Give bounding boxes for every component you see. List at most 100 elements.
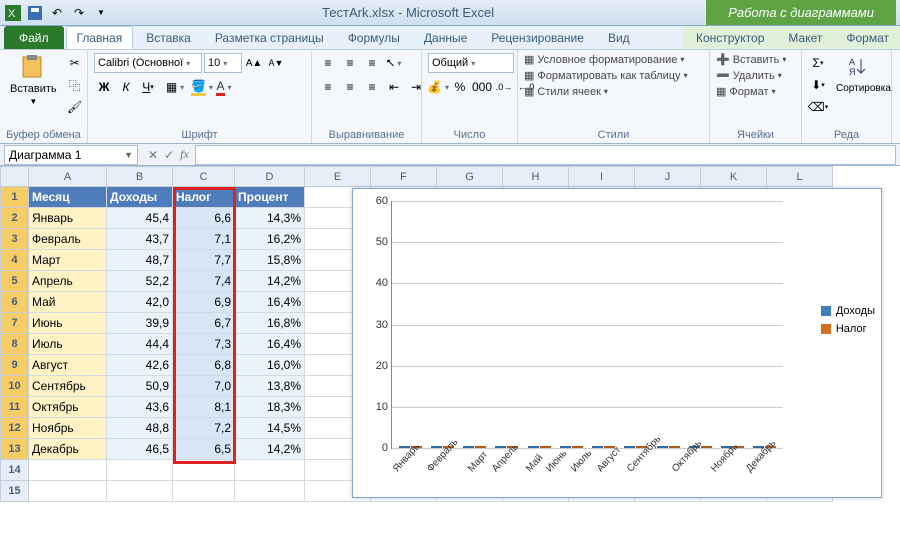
cell-C8[interactable]: 7,3 xyxy=(173,334,235,355)
col-header-G[interactable]: G xyxy=(437,167,503,187)
cell-C3[interactable]: 7,1 xyxy=(173,229,235,250)
thousands-icon[interactable]: 000 xyxy=(472,77,492,97)
bar-group[interactable] xyxy=(525,446,553,448)
cell-C1[interactable]: Налог xyxy=(173,187,235,208)
cell-styles-button[interactable]: ▦Стили ячеек ▾ xyxy=(524,85,608,98)
number-format-combo[interactable]: Общий xyxy=(428,53,514,73)
cell-C6[interactable]: 6,9 xyxy=(173,292,235,313)
cell-D9[interactable]: 16,0% xyxy=(235,355,305,376)
row-header-10[interactable]: 10 xyxy=(1,376,29,397)
legend-item-2[interactable]: Налог xyxy=(821,323,875,335)
cell-D1[interactable]: Процент xyxy=(235,187,305,208)
undo-icon[interactable]: ↶ xyxy=(48,4,66,22)
cut-icon[interactable]: ✂ xyxy=(65,53,85,73)
cell-D11[interactable]: 18,3% xyxy=(235,397,305,418)
cell-A11[interactable]: Октябрь xyxy=(29,397,107,418)
cell-A1[interactable]: Месяц xyxy=(29,187,107,208)
tab-pagelayout[interactable]: Разметка страницы xyxy=(204,26,335,49)
cell-C2[interactable]: 6,6 xyxy=(173,208,235,229)
name-box[interactable]: Диаграмма 1▼ xyxy=(4,145,138,165)
cell-A3[interactable]: Февраль xyxy=(29,229,107,250)
row-header-13[interactable]: 13 xyxy=(1,439,29,460)
cell-A14[interactable] xyxy=(29,460,107,481)
cell-D4[interactable]: 15,8% xyxy=(235,250,305,271)
col-header-D[interactable]: D xyxy=(235,167,305,187)
tab-data[interactable]: Данные xyxy=(413,26,478,49)
fx-icon[interactable]: fx xyxy=(180,147,189,162)
row-header-12[interactable]: 12 xyxy=(1,418,29,439)
font-size-combo[interactable]: 10 xyxy=(204,53,242,73)
formula-input[interactable] xyxy=(195,145,896,165)
bar-Доходы[interactable] xyxy=(528,446,539,448)
col-header-E[interactable]: E xyxy=(305,167,371,187)
cell-C11[interactable]: 8,1 xyxy=(173,397,235,418)
row-header-9[interactable]: 9 xyxy=(1,355,29,376)
row-header-15[interactable]: 15 xyxy=(1,481,29,502)
cell-D2[interactable]: 14,3% xyxy=(235,208,305,229)
percent-icon[interactable]: % xyxy=(450,77,470,97)
col-header-I[interactable]: I xyxy=(569,167,635,187)
tab-format[interactable]: Формат xyxy=(835,26,900,49)
orientation-icon[interactable]: ⭦ xyxy=(384,53,404,73)
autosum-icon[interactable]: Σ▾ xyxy=(808,53,828,73)
align-center-icon[interactable]: ≡ xyxy=(340,77,360,97)
cell-B15[interactable] xyxy=(107,481,173,502)
cell-B7[interactable]: 39,9 xyxy=(107,313,173,334)
row-header-1[interactable]: 1 xyxy=(1,187,29,208)
chart-legend[interactable]: Доходы Налог xyxy=(821,299,875,341)
align-left-icon[interactable]: ≡ xyxy=(318,77,338,97)
cell-B3[interactable]: 43,7 xyxy=(107,229,173,250)
bar-Доходы[interactable] xyxy=(495,446,506,448)
qat-dropdown-icon[interactable]: ▼ xyxy=(92,4,110,22)
cell-C7[interactable]: 6,7 xyxy=(173,313,235,334)
cell-D14[interactable] xyxy=(235,460,305,481)
cell-C14[interactable] xyxy=(173,460,235,481)
tab-layout[interactable]: Макет xyxy=(777,26,833,49)
shrink-font-icon[interactable]: A▼ xyxy=(266,53,286,73)
bar-Доходы[interactable] xyxy=(624,446,635,448)
grid[interactable]: ABCDEFGHIJKL1МесяцДоходыНалогПроцент2Янв… xyxy=(0,166,900,554)
enter-formula-icon[interactable]: ✓ xyxy=(164,148,174,162)
col-header-L[interactable]: L xyxy=(767,167,833,187)
delete-cells-button[interactable]: ➖Удалить ▾ xyxy=(716,69,782,82)
bar-Доходы[interactable] xyxy=(592,446,603,448)
cell-B4[interactable]: 48,7 xyxy=(107,250,173,271)
underline-icon[interactable]: Ч▾ xyxy=(138,77,158,97)
row-header-2[interactable]: 2 xyxy=(1,208,29,229)
insert-cells-button[interactable]: ➕Вставить ▾ xyxy=(716,53,786,66)
cell-D12[interactable]: 14,5% xyxy=(235,418,305,439)
tab-view[interactable]: Вид xyxy=(597,26,641,49)
cell-A5[interactable]: Апрель xyxy=(29,271,107,292)
fill-color-icon[interactable]: 🪣 xyxy=(192,77,212,97)
plot-area[interactable]: 0102030405060 xyxy=(391,201,783,449)
cell-B9[interactable]: 42,6 xyxy=(107,355,173,376)
bar-Налог[interactable] xyxy=(572,446,583,448)
fill-icon[interactable]: ⬇▾ xyxy=(808,75,828,95)
col-header-B[interactable]: B xyxy=(107,167,173,187)
cell-B13[interactable]: 46,5 xyxy=(107,439,173,460)
col-header-J[interactable]: J xyxy=(635,167,701,187)
cell-C15[interactable] xyxy=(173,481,235,502)
font-color-icon[interactable]: A xyxy=(214,77,234,97)
cell-C4[interactable]: 7,7 xyxy=(173,250,235,271)
cell-B6[interactable]: 42,0 xyxy=(107,292,173,313)
format-painter-icon[interactable]: 🖌 xyxy=(65,97,85,117)
cell-B14[interactable] xyxy=(107,460,173,481)
cell-A6[interactable]: Май xyxy=(29,292,107,313)
italic-icon[interactable]: К xyxy=(116,77,136,97)
tab-home[interactable]: Главная xyxy=(66,26,134,49)
indent-dec-icon[interactable]: ⇤ xyxy=(384,77,404,97)
bold-icon[interactable]: Ж xyxy=(94,77,114,97)
cell-D8[interactable]: 16,4% xyxy=(235,334,305,355)
col-header-H[interactable]: H xyxy=(503,167,569,187)
row-header-4[interactable]: 4 xyxy=(1,250,29,271)
cell-A8[interactable]: Июль xyxy=(29,334,107,355)
align-mid-icon[interactable]: ≡ xyxy=(340,53,360,73)
tab-review[interactable]: Рецензирование xyxy=(480,26,595,49)
format-as-table-button[interactable]: ▦Форматировать как таблицу ▾ xyxy=(524,69,688,82)
cell-B5[interactable]: 52,2 xyxy=(107,271,173,292)
row-header-5[interactable]: 5 xyxy=(1,271,29,292)
cell-D3[interactable]: 16,2% xyxy=(235,229,305,250)
cell-A2[interactable]: Январь xyxy=(29,208,107,229)
bar-Налог[interactable] xyxy=(475,446,486,448)
